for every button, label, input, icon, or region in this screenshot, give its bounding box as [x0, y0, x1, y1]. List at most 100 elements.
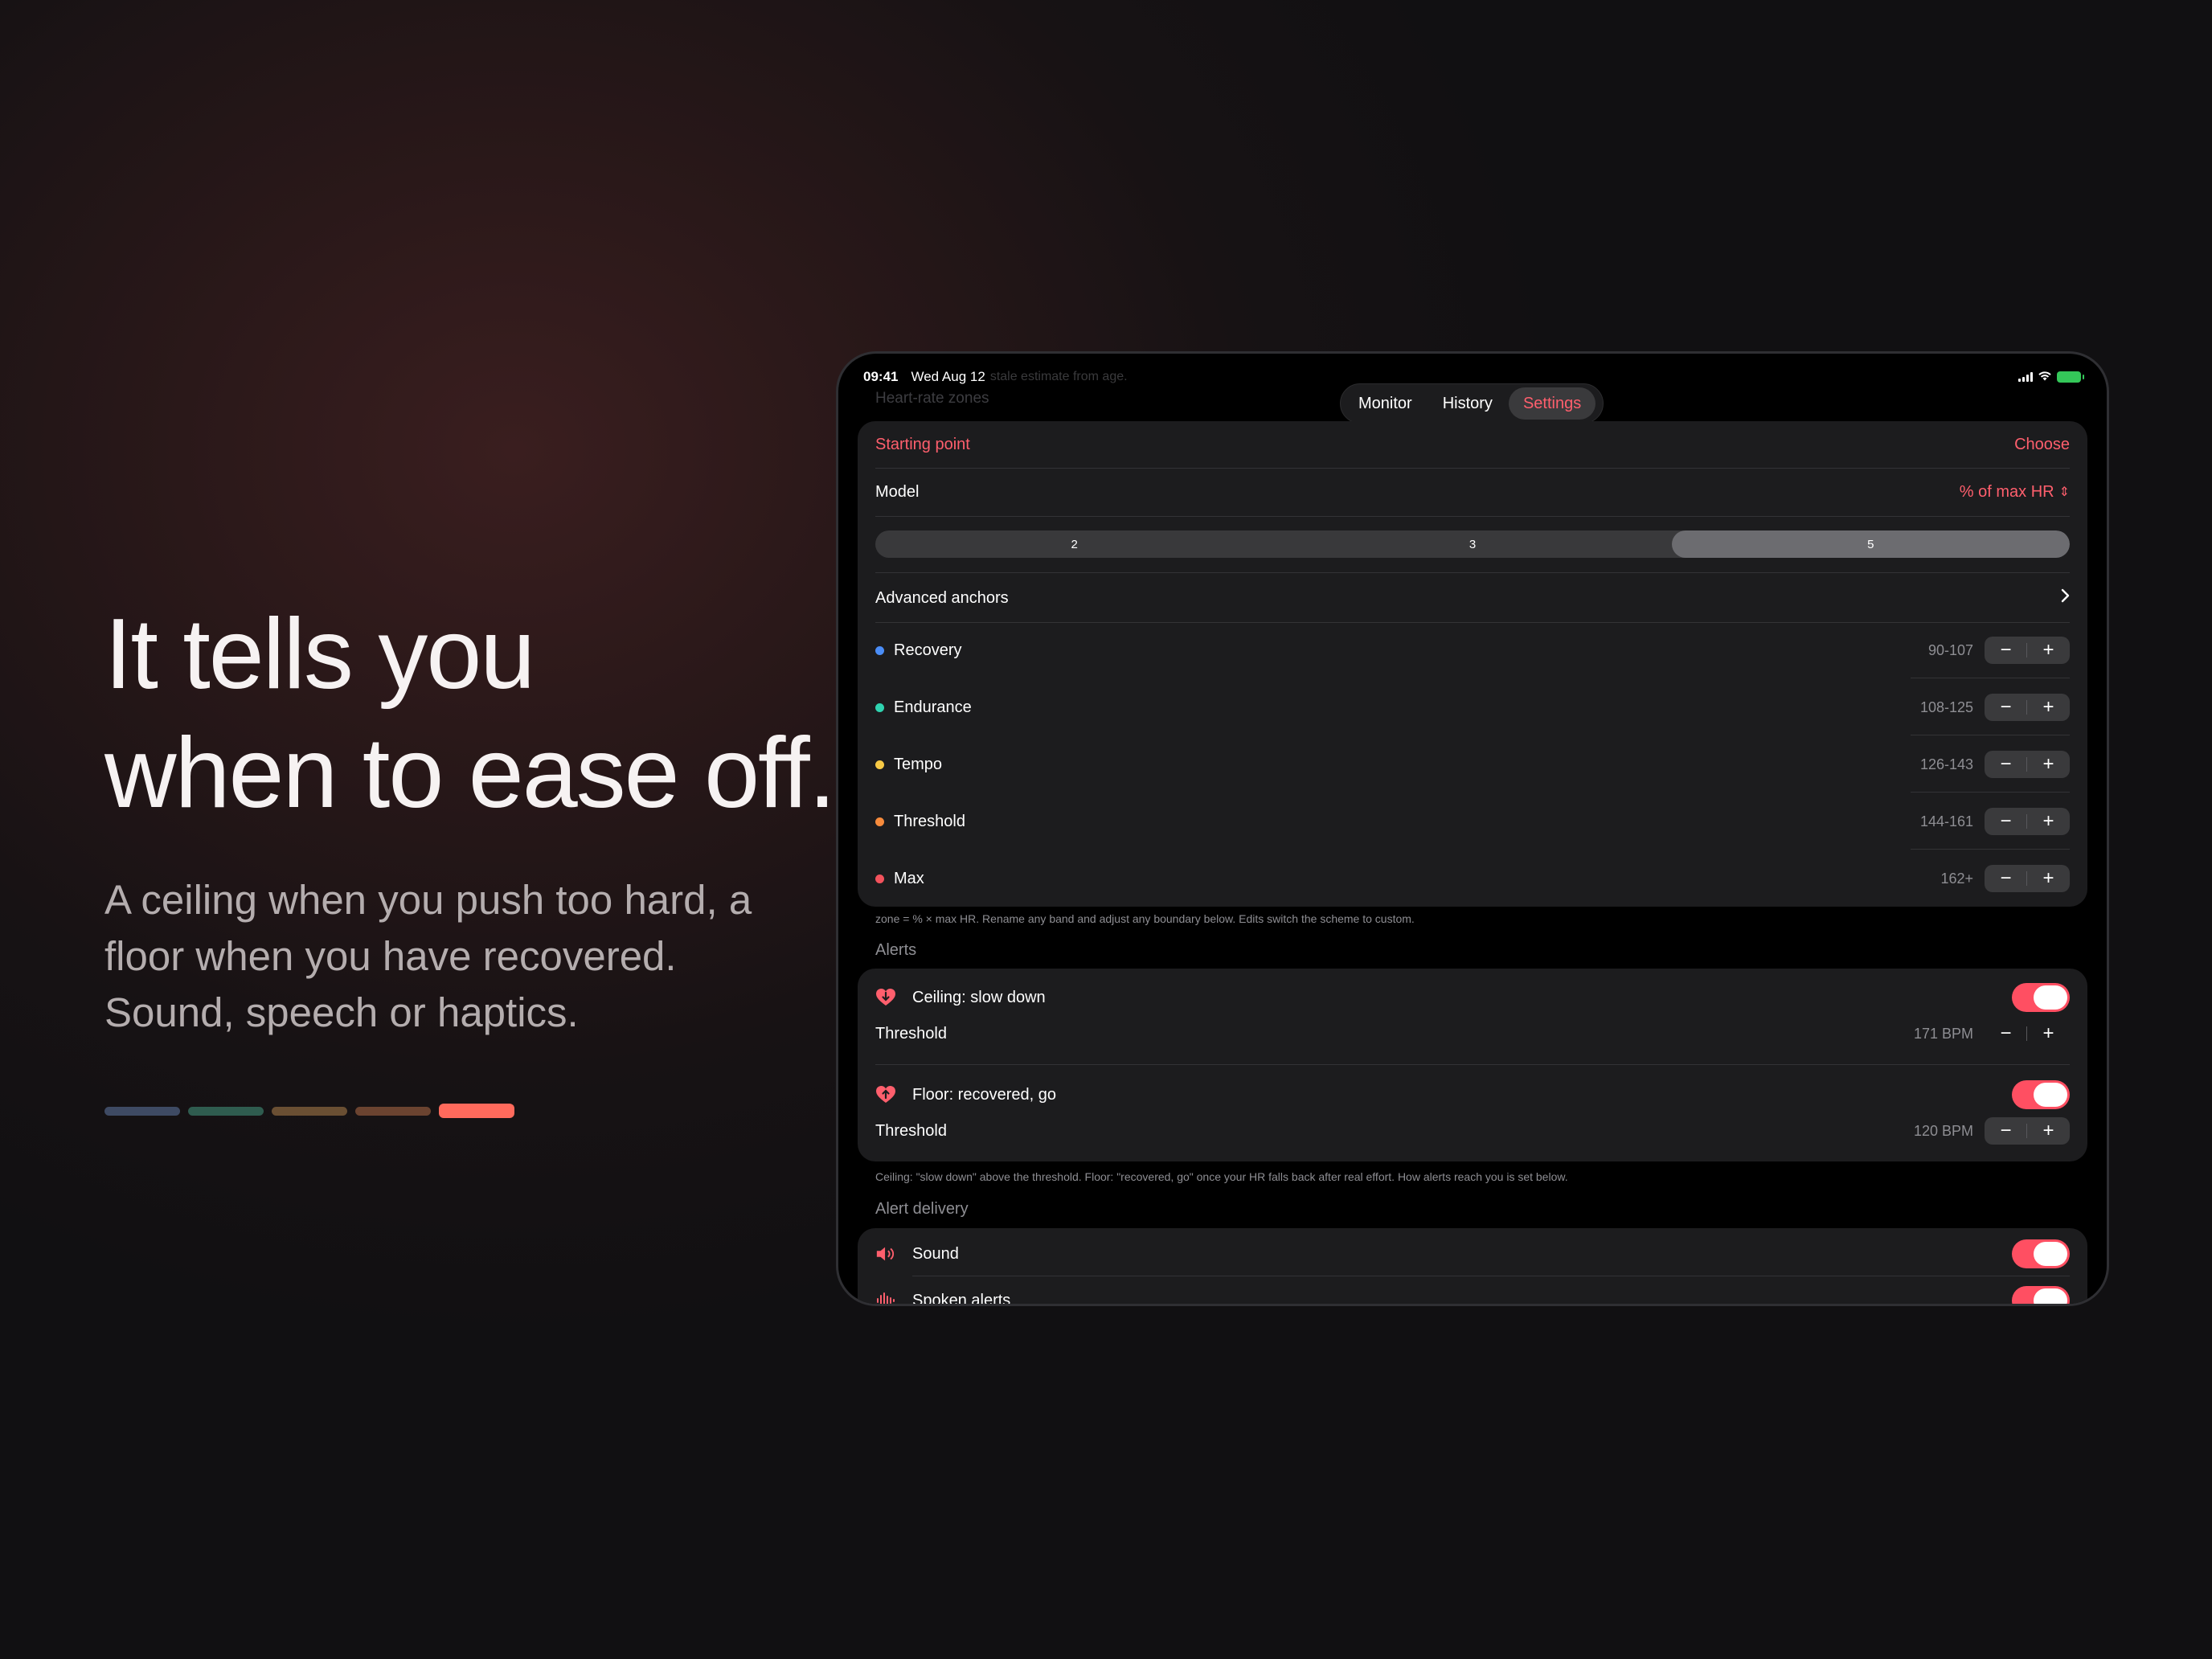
- zone-stepper: − +: [1985, 751, 2070, 778]
- status-time: 09:41: [863, 369, 899, 384]
- zone-name: Recovery: [894, 641, 962, 659]
- zone-stepper: − +: [1985, 694, 2070, 721]
- headline-line-2: when to ease off.: [104, 718, 836, 829]
- ceiling-alert-label: Ceiling: slow down: [912, 988, 1046, 1006]
- divider: [875, 572, 2070, 573]
- zone-row-recovery: Recovery 90-107 − +: [875, 633, 2070, 667]
- floor-alert-row: Floor: recovered, go: [875, 1079, 2070, 1111]
- spoken-alerts-label: Spoken alerts: [912, 1291, 1011, 1306]
- starting-point-row[interactable]: Starting point Choose: [875, 431, 2070, 458]
- headline: It tells you when to ease off.: [104, 595, 836, 833]
- decrement-button[interactable]: −: [1985, 1117, 2027, 1145]
- increment-button[interactable]: +: [2027, 865, 2070, 892]
- alert-delivery-card: Sound Spoken alerts: [858, 1228, 2087, 1306]
- heart-down-icon: [875, 987, 896, 1008]
- subtext: A ceiling when you push too hard, a floo…: [104, 872, 812, 1041]
- subtext-line-1: A ceiling when you push too hard, a: [104, 877, 752, 923]
- scrolled-section-title: Heart-rate zones: [875, 390, 989, 407]
- zone-count-5[interactable]: 5: [1671, 530, 2070, 558]
- divider: [875, 622, 2070, 623]
- chevron-right-icon: [2060, 588, 2070, 608]
- divider: [875, 468, 2070, 469]
- color-bar-2: [188, 1107, 264, 1116]
- status-date: Wed Aug 12: [911, 369, 985, 384]
- sound-label: Sound: [912, 1244, 959, 1263]
- wifi-icon: [2038, 369, 2052, 385]
- alert-delivery-section-title: Alert delivery: [875, 1200, 969, 1218]
- zone-count-2[interactable]: 2: [875, 530, 1273, 558]
- spoken-alerts-row: Spoken alerts: [875, 1284, 2070, 1306]
- tab-settings[interactable]: Settings: [1508, 387, 1596, 420]
- advanced-anchors-row[interactable]: Advanced anchors: [875, 582, 2070, 614]
- sound-row: Sound: [875, 1238, 2070, 1270]
- waveform-icon: [875, 1290, 896, 1304]
- increment-button[interactable]: +: [2027, 1020, 2070, 1047]
- heart-up-icon: [875, 1084, 896, 1105]
- battery-icon: [2057, 371, 2084, 383]
- increment-button[interactable]: +: [2027, 637, 2070, 664]
- ceiling-threshold-value: 171 BPM: [1913, 1025, 1973, 1042]
- decrement-button[interactable]: −: [1985, 751, 2027, 778]
- zones-card: Starting point Choose Model % of max HR …: [858, 421, 2087, 907]
- color-bar-1: [104, 1107, 180, 1116]
- zone-name: Tempo: [894, 755, 943, 773]
- zone-dot-tempo: [875, 760, 884, 769]
- decrement-button[interactable]: −: [1985, 865, 2027, 892]
- tab-monitor[interactable]: Monitor: [1344, 387, 1427, 420]
- zone-row-tempo: Tempo 126-143 − +: [875, 748, 2070, 781]
- spoken-alerts-toggle[interactable]: [2012, 1286, 2070, 1304]
- tab-history[interactable]: History: [1428, 387, 1507, 420]
- tablet-device: 09:41 Wed Aug 12 stale estimate from age…: [836, 351, 2109, 1306]
- status-icons: [2018, 369, 2084, 385]
- model-row[interactable]: Model % of max HR ⇕: [875, 477, 2070, 506]
- zone-count-control: 2 3 5: [875, 530, 2070, 558]
- ceiling-alert-toggle[interactable]: [2012, 983, 2070, 1012]
- color-bar-4: [355, 1107, 431, 1116]
- zone-dot-endurance: [875, 703, 884, 712]
- zone-name: Max: [894, 869, 924, 887]
- divider: [875, 516, 2070, 517]
- decrement-button[interactable]: −: [1985, 637, 2027, 664]
- cellular-signal-icon: [2018, 372, 2033, 382]
- model-label: Model: [875, 482, 920, 501]
- zones-footnote: zone = % × max HR. Rename any band and a…: [875, 912, 1415, 925]
- decrement-button[interactable]: −: [1985, 808, 2027, 835]
- zone-name: Threshold: [894, 812, 965, 830]
- increment-button[interactable]: +: [2027, 1117, 2070, 1145]
- floor-alert-toggle[interactable]: [2012, 1080, 2070, 1109]
- ceiling-threshold-stepper: − +: [1985, 1020, 2070, 1047]
- zone-row-max: Max 162+ − +: [875, 862, 2070, 895]
- color-bar-3: [272, 1107, 347, 1116]
- zone-stepper: − +: [1985, 808, 2070, 835]
- decrement-button[interactable]: −: [1985, 694, 2027, 721]
- increment-button[interactable]: +: [2027, 751, 2070, 778]
- speaker-icon: [875, 1243, 896, 1264]
- choose-button[interactable]: Choose: [2014, 436, 2070, 454]
- zone-row-threshold: Threshold 144-161 − +: [875, 805, 2070, 838]
- floor-threshold-row: Threshold 120 BPM − +: [875, 1116, 2070, 1145]
- zone-name: Endurance: [894, 698, 972, 716]
- zone-count-3[interactable]: 3: [1273, 530, 1671, 558]
- sound-toggle[interactable]: [2012, 1239, 2070, 1268]
- ceiling-alert-row: Ceiling: slow down: [875, 981, 2070, 1014]
- increment-button[interactable]: +: [2027, 694, 2070, 721]
- alerts-footnote: Ceiling: "slow down" above the threshold…: [875, 1170, 1568, 1183]
- increment-button[interactable]: +: [2027, 808, 2070, 835]
- zone-range: 108-125: [1919, 698, 1973, 715]
- zone-stepper: − +: [1985, 637, 2070, 664]
- subtext-line-2: floor when you have recovered.: [104, 933, 677, 979]
- divider: [1911, 849, 2070, 850]
- zone-range: 90-107: [1927, 641, 1973, 658]
- headline-line-1: It tells you: [104, 599, 535, 710]
- floor-threshold-stepper: − +: [1985, 1117, 2070, 1145]
- ceiling-threshold-label: Threshold: [875, 1024, 947, 1043]
- zone-stepper: − +: [1985, 865, 2070, 892]
- zone-color-bars: [104, 1104, 514, 1118]
- zone-dot-max: [875, 874, 884, 883]
- chevron-up-down-icon: ⇕: [2058, 485, 2070, 499]
- divider: [875, 1064, 2070, 1065]
- model-picker[interactable]: % of max HR: [1960, 483, 2054, 502]
- decrement-button[interactable]: −: [1985, 1020, 2027, 1047]
- zone-range: 126-143: [1919, 756, 1973, 772]
- alerts-section-title: Alerts: [875, 941, 917, 959]
